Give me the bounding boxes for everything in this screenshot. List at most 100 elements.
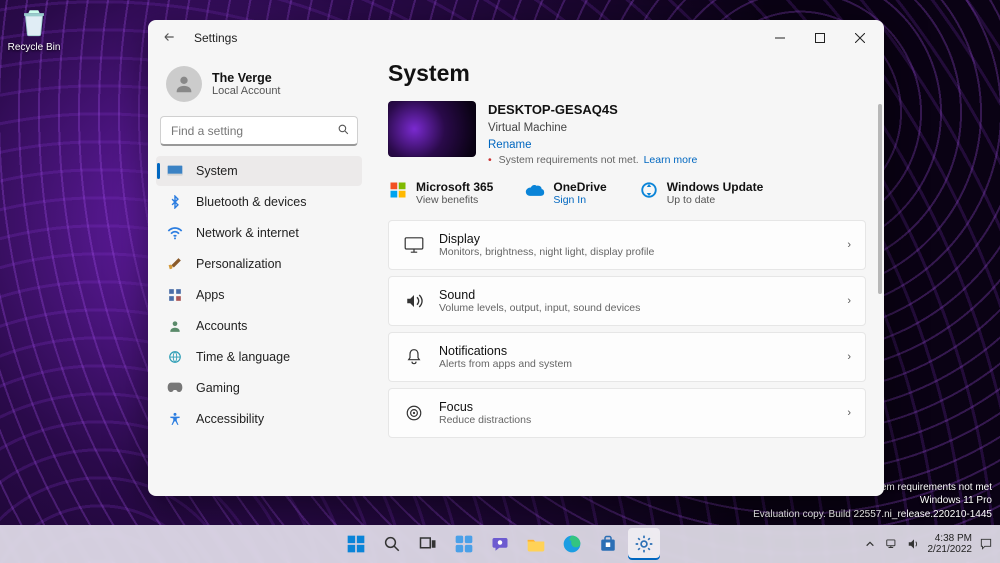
nav-label: Network & internet <box>196 226 299 240</box>
gamepad-icon <box>166 382 184 394</box>
widgets-icon <box>454 534 474 554</box>
chat[interactable] <box>484 528 516 560</box>
tray-network-icon[interactable] <box>884 536 900 552</box>
nav-personalization[interactable]: Personalization <box>156 249 362 279</box>
edge-icon <box>562 534 582 554</box>
window-title: Settings <box>194 31 237 45</box>
service-links: Microsoft 365 View benefits OneDrive Sig… <box>388 180 866 206</box>
tray-clock[interactable]: 4:38 PM 2/21/2022 <box>928 533 973 556</box>
tray-chevron-up-icon[interactable] <box>862 536 878 552</box>
nav-accounts[interactable]: Accounts <box>156 311 362 341</box>
sidebar: The Verge Local Account System Bluetooth… <box>148 56 370 496</box>
nav-bluetooth[interactable]: Bluetooth & devices <box>156 187 362 217</box>
search-input[interactable] <box>160 116 358 146</box>
desktop-preview-thumb <box>388 101 476 157</box>
nav-label: System <box>196 164 238 178</box>
settings-taskbar[interactable] <box>628 528 660 560</box>
profile-name: The Verge <box>212 71 281 85</box>
focus-icon <box>403 404 425 422</box>
service-windows-update[interactable]: Windows Update Up to date <box>639 180 764 206</box>
accounts-icon <box>166 319 184 333</box>
close-button[interactable] <box>840 24 880 52</box>
card-notifications[interactable]: Notifications Alerts from apps and syste… <box>388 332 866 382</box>
chevron-right-icon: › <box>847 407 851 419</box>
nav-apps[interactable]: Apps <box>156 280 362 310</box>
nav-gaming[interactable]: Gaming <box>156 373 362 403</box>
nav-system[interactable]: System <box>156 156 362 186</box>
tray-notifications-icon[interactable] <box>978 536 994 552</box>
service-m365[interactable]: Microsoft 365 View benefits <box>388 180 493 206</box>
wifi-icon <box>166 226 184 240</box>
close-icon <box>855 33 865 43</box>
card-focus[interactable]: Focus Reduce distractions › <box>388 388 866 438</box>
scrollbar[interactable] <box>878 104 882 486</box>
minimize-icon <box>775 33 785 43</box>
tray-volume-icon[interactable] <box>906 536 922 552</box>
nav-network[interactable]: Network & internet <box>156 218 362 248</box>
titlebar: Settings <box>148 20 884 56</box>
nav-label: Personalization <box>196 257 281 271</box>
display-icon <box>403 237 425 253</box>
device-name: DESKTOP-GESAQ4S <box>488 101 697 120</box>
requirements-warning: System requirements not met. Learn more <box>488 153 697 168</box>
onedrive-icon <box>525 180 545 200</box>
brush-icon <box>166 257 184 271</box>
maximize-button[interactable] <box>800 24 840 52</box>
settings-window: Settings The Verge Local Account <box>148 20 884 496</box>
chevron-right-icon: › <box>847 351 851 363</box>
back-button[interactable] <box>162 30 186 47</box>
clock-globe-icon <box>166 350 184 364</box>
recycle-bin-label: Recycle Bin <box>8 42 61 53</box>
maximize-icon <box>815 33 825 43</box>
chevron-right-icon: › <box>847 239 851 251</box>
m365-icon <box>388 180 408 200</box>
chevron-right-icon: › <box>847 295 851 307</box>
system-tray: 4:38 PM 2/21/2022 <box>862 533 1000 556</box>
search-box <box>160 116 358 146</box>
person-icon <box>173 73 195 95</box>
apps-icon <box>166 288 184 302</box>
taskbar-center <box>340 528 660 560</box>
task-view[interactable] <box>412 528 444 560</box>
edge[interactable] <box>556 528 588 560</box>
back-arrow-icon <box>162 30 176 44</box>
profile-sub: Local Account <box>212 85 281 97</box>
widgets[interactable] <box>448 528 480 560</box>
page-title: System <box>388 60 866 87</box>
bell-icon <box>403 348 425 366</box>
card-sound[interactable]: Sound Volume levels, output, input, soun… <box>388 276 866 326</box>
gear-icon <box>634 534 654 554</box>
profile[interactable]: The Verge Local Account <box>156 60 362 114</box>
service-onedrive[interactable]: OneDrive Sign In <box>525 180 606 206</box>
nav-accessibility[interactable]: Accessibility <box>156 404 362 434</box>
recycle-bin-icon <box>17 6 51 40</box>
windows-update-icon <box>639 180 659 200</box>
rename-link[interactable]: Rename <box>488 137 697 154</box>
bluetooth-icon <box>166 195 184 209</box>
nav-time[interactable]: Time & language <box>156 342 362 372</box>
windows-logo-icon <box>346 534 366 554</box>
device-summary: DESKTOP-GESAQ4S Virtual Machine Rename S… <box>388 101 866 168</box>
nav-label: Apps <box>196 288 225 302</box>
accessibility-icon <box>166 412 184 426</box>
learn-more-link[interactable]: Learn more <box>644 154 698 166</box>
start-button[interactable] <box>340 528 372 560</box>
settings-cards: Display Monitors, brightness, night ligh… <box>388 220 866 438</box>
taskbar: 4:38 PM 2/21/2022 <box>0 525 1000 563</box>
avatar <box>166 66 202 102</box>
store-icon <box>599 535 617 553</box>
nav-label: Accounts <box>196 319 247 333</box>
file-explorer[interactable] <box>520 528 552 560</box>
chat-icon <box>491 535 509 553</box>
minimize-button[interactable] <box>760 24 800 52</box>
microsoft-store[interactable] <box>592 528 624 560</box>
search-icon <box>383 535 401 553</box>
card-display[interactable]: Display Monitors, brightness, night ligh… <box>388 220 866 270</box>
sound-icon <box>403 293 425 309</box>
scrollbar-thumb[interactable] <box>878 104 882 294</box>
nav-label: Gaming <box>196 381 240 395</box>
recycle-bin[interactable]: Recycle Bin <box>6 6 62 53</box>
task-view-icon <box>419 535 437 553</box>
taskbar-search[interactable] <box>376 528 408 560</box>
content-pane: System DESKTOP-GESAQ4S Virtual Machine R… <box>370 56 884 496</box>
